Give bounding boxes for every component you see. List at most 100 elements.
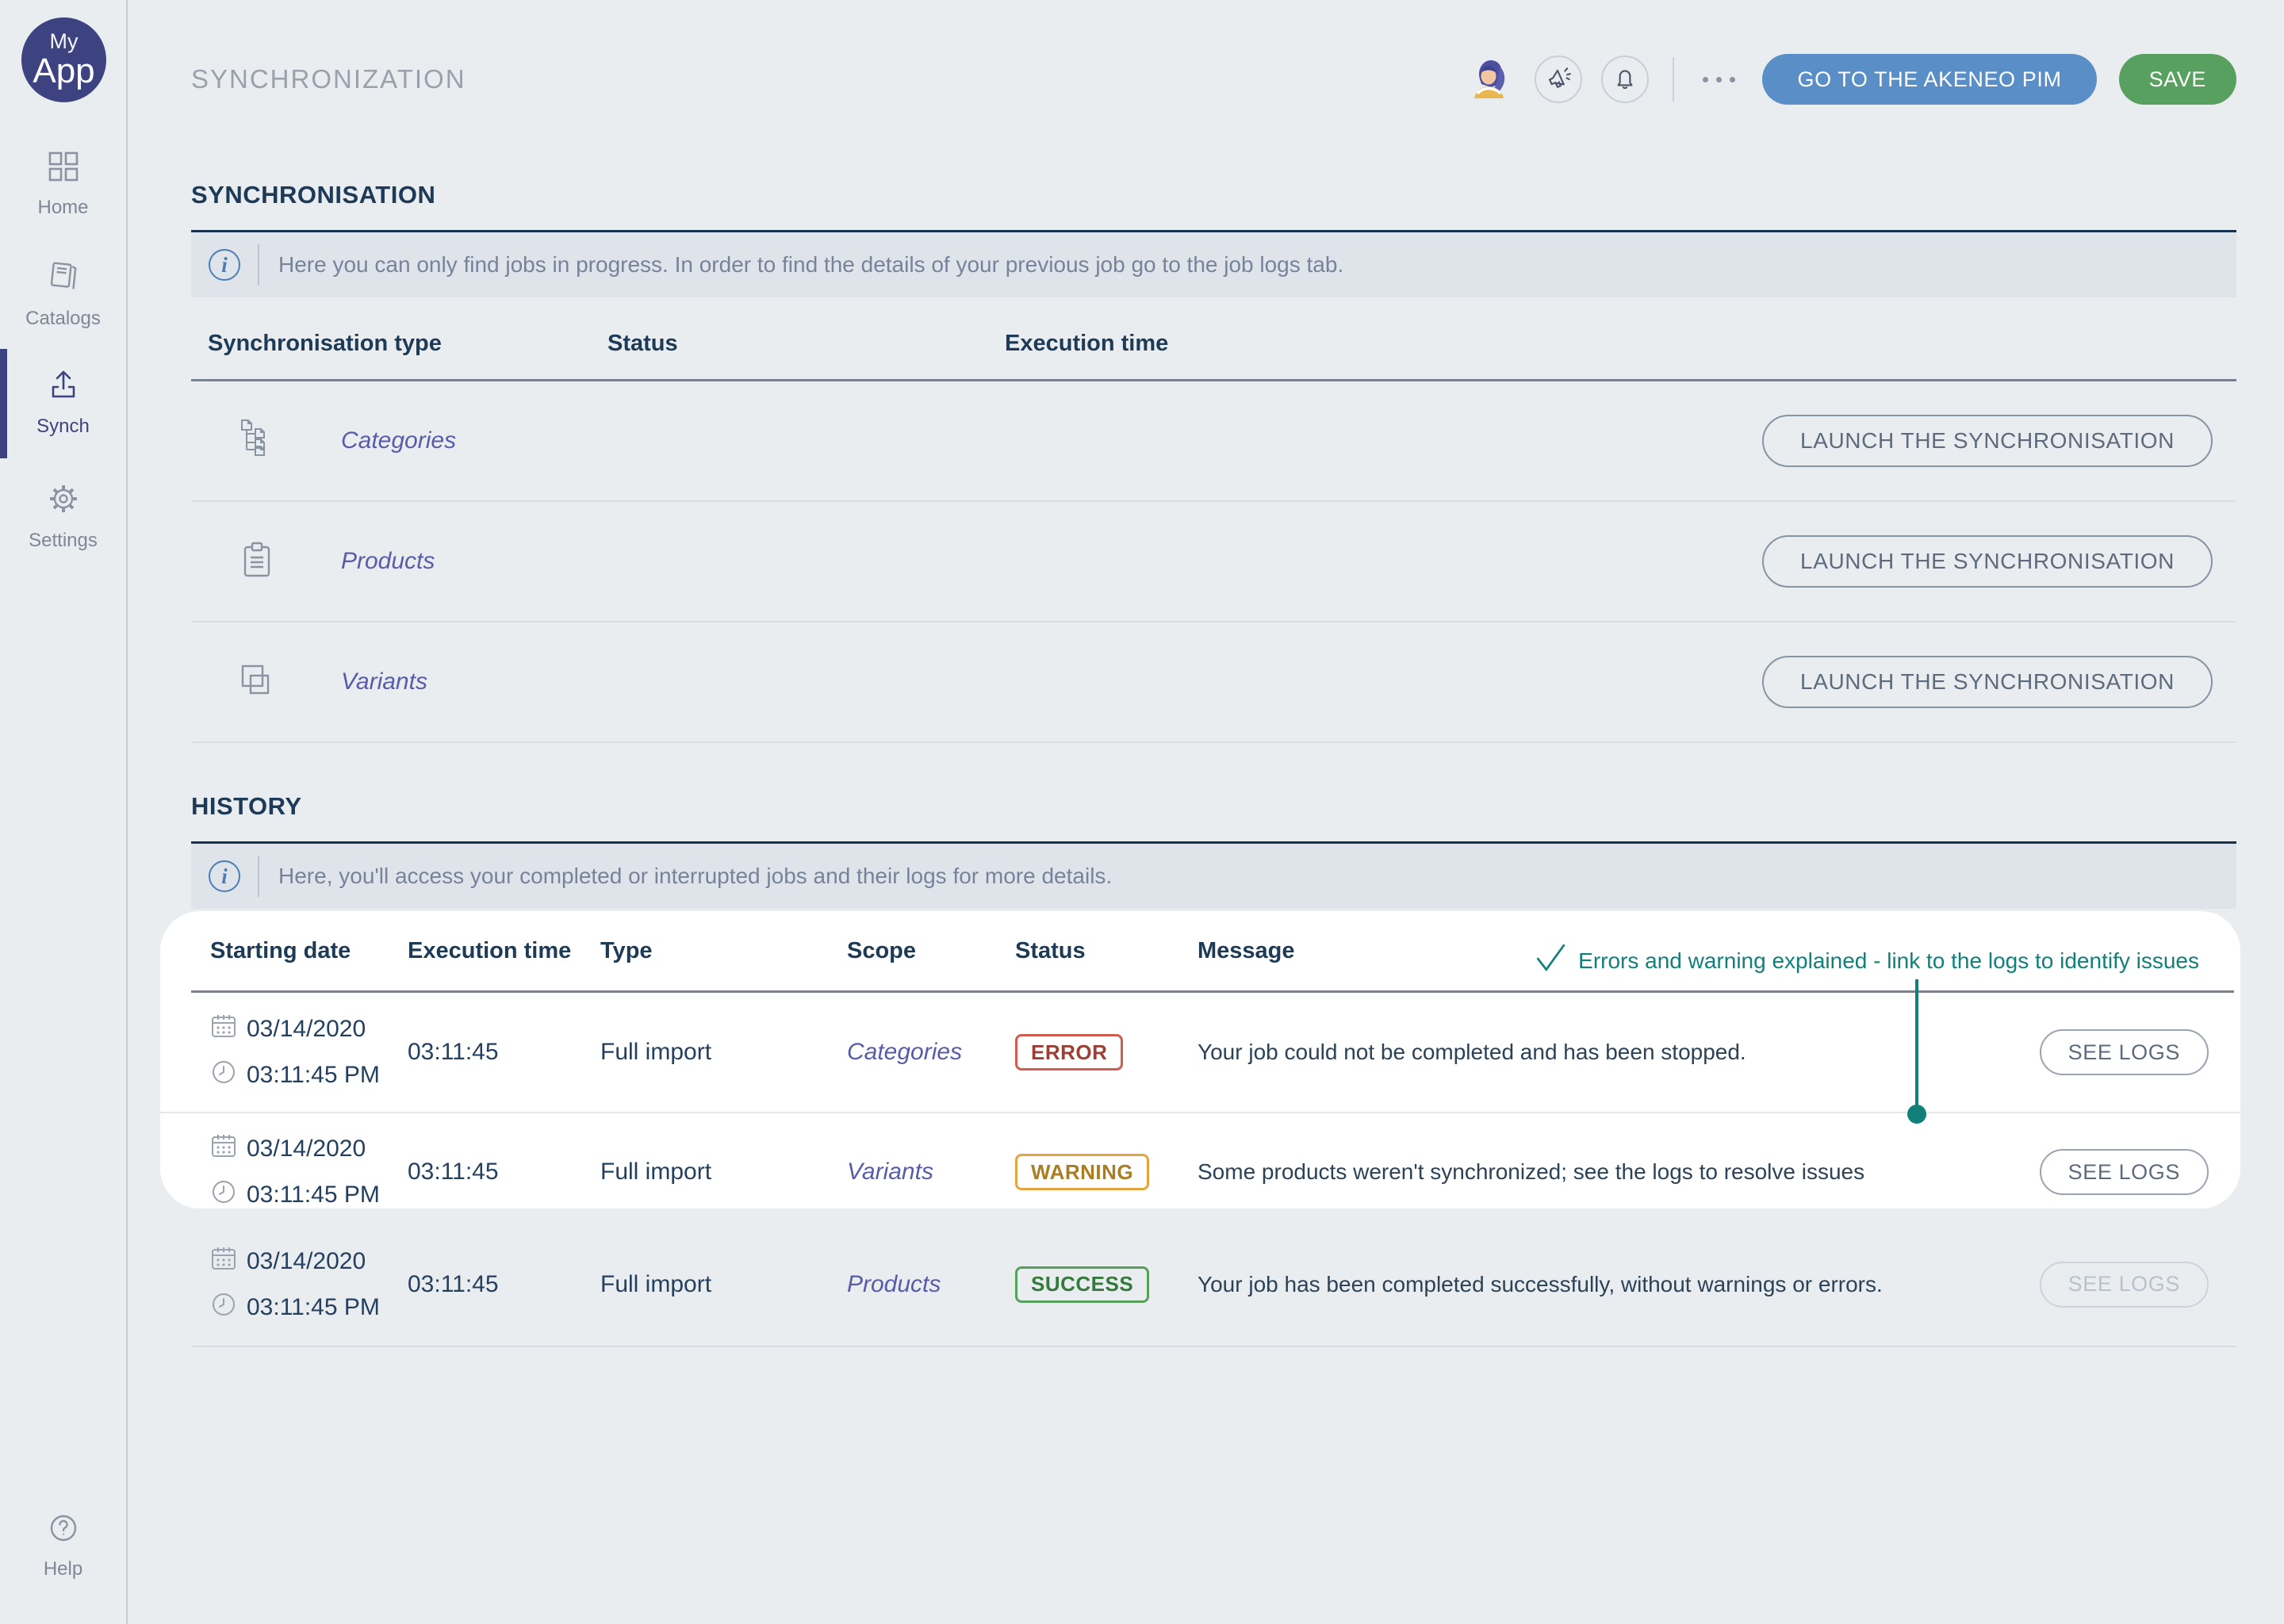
logo-line1: My: [50, 30, 79, 52]
history-highlight-card: Errors and warning explained - link to t…: [160, 911, 2240, 1208]
job-type: Full import: [600, 1159, 847, 1185]
check-icon: [1534, 941, 1567, 980]
sync-info-banner: i Here you can only find jobs in progres…: [191, 232, 2236, 297]
see-logs-button[interactable]: SEE LOGS: [2040, 1149, 2209, 1195]
history-info-banner: i Here, you'll access your completed or …: [191, 844, 2236, 909]
sidebar-item-synch[interactable]: Synch: [0, 366, 126, 438]
more-options-icon[interactable]: [1703, 77, 1735, 82]
status-badge: SUCCESS: [1015, 1266, 1149, 1303]
annotation-pointer-line: [1915, 979, 1918, 1111]
starting-date: 03/14/2020: [247, 1248, 366, 1275]
sync-type-link[interactable]: Products: [341, 548, 607, 575]
status-badge: WARNING: [1015, 1154, 1149, 1190]
announcements-button[interactable]: [1535, 56, 1582, 103]
launch-synchronisation-button[interactable]: LAUNCH THE SYNCHRONISATION: [1762, 415, 2213, 467]
column-header: Execution time: [1005, 331, 2236, 357]
history-info-text: Here, you'll access your completed or in…: [278, 864, 1112, 889]
job-message: Your job could not be completed and has …: [1198, 1040, 2026, 1065]
see-logs-button[interactable]: SEE LOGS: [2040, 1029, 2209, 1075]
user-avatar[interactable]: [1465, 54, 1516, 105]
app-logo[interactable]: My App: [21, 17, 106, 102]
table-row: Products LAUNCH THE SYNCHRONISATION: [191, 502, 2236, 622]
sidebar-item-label: Synch: [36, 416, 90, 438]
starting-date-cell: 03/14/2020 03:11:45 PM: [210, 1132, 408, 1208]
table-row: Variants LAUNCH THE SYNCHRONISATION: [191, 622, 2236, 743]
banner-divider: [258, 856, 259, 897]
catalogs-book-icon: [45, 259, 82, 301]
annotation-pointer-dot: [1907, 1105, 1926, 1124]
sidebar: My App Home Catalogs: [0, 0, 128, 1624]
launch-synchronisation-button[interactable]: LAUNCH THE SYNCHRONISATION: [1762, 535, 2213, 588]
settings-gear-icon: [45, 481, 82, 523]
scope-link[interactable]: Categories: [847, 1039, 1015, 1066]
starting-time: 03:11:45 PM: [247, 1294, 380, 1321]
starting-date: 03/14/2020: [247, 1136, 366, 1162]
calendar-icon: [210, 1245, 237, 1278]
categories-tree-icon: [238, 419, 341, 464]
sidebar-item-label: Catalogs: [25, 308, 101, 330]
sidebar-item-label: Home: [37, 197, 88, 219]
go-to-akeneo-pim-button[interactable]: GO TO THE AKENEO PIM: [1762, 54, 2096, 105]
job-message: Some products weren't synchronized; see …: [1198, 1159, 2026, 1185]
starting-time: 03:11:45 PM: [247, 1062, 380, 1089]
main-content: SYNCHRONIZATION: [128, 0, 2284, 1624]
top-bar-actions: GO TO THE AKENEO PIM SAVE: [1465, 54, 2236, 105]
job-type: Full import: [600, 1039, 847, 1066]
history-section-title: HISTORY: [191, 792, 2236, 821]
sync-table-header: Synchronisation type Status Execution ti…: [191, 297, 2236, 379]
sync-section-title: SYNCHRONISATION: [191, 181, 2236, 209]
column-header: Synchronisation type: [208, 331, 607, 357]
bell-icon: [1611, 64, 1639, 95]
column-header: Status: [1015, 938, 1198, 964]
sidebar-item-home[interactable]: Home: [0, 149, 126, 219]
column-header: Scope: [847, 938, 1015, 964]
synch-upload-icon: [45, 366, 82, 408]
help-question-icon: [46, 1511, 81, 1551]
header-divider: [1673, 57, 1674, 102]
starting-date-cell: 03/14/2020 03:11:45 PM: [210, 1013, 408, 1092]
scope-link[interactable]: Variants: [847, 1159, 1015, 1185]
table-row: Categories LAUNCH THE SYNCHRONISATION: [191, 381, 2236, 502]
products-clipboard-icon: [238, 540, 341, 584]
clock-icon: [210, 1178, 237, 1208]
info-icon: i: [209, 860, 240, 892]
table-row: 03/14/2020 03:11:45 PM 03:11:45 Full imp…: [191, 1223, 2236, 1347]
variants-squares-icon: [238, 661, 341, 703]
banner-divider: [258, 244, 259, 285]
starting-time: 03:11:45 PM: [247, 1182, 380, 1208]
top-bar: SYNCHRONIZATION: [191, 0, 2236, 111]
home-grid-icon: [46, 149, 81, 190]
launch-synchronisation-button[interactable]: LAUNCH THE SYNCHRONISATION: [1762, 656, 2213, 708]
clock-icon: [210, 1291, 237, 1324]
execution-time: 03:11:45: [408, 1159, 600, 1185]
sidebar-item-label: Help: [44, 1558, 82, 1580]
logo-line2: App: [33, 53, 94, 90]
column-header: Type: [600, 938, 847, 964]
status-badge: ERROR: [1015, 1034, 1123, 1071]
execution-time: 03:11:45: [408, 1039, 600, 1066]
scope-link[interactable]: Products: [847, 1271, 1015, 1298]
sidebar-item-settings[interactable]: Settings: [0, 481, 126, 552]
sync-info-text: Here you can only find jobs in progress.…: [278, 252, 1343, 278]
job-type: Full import: [600, 1271, 847, 1298]
sidebar-item-label: Settings: [29, 530, 98, 552]
annotation-callout: Errors and warning explained - link to t…: [1534, 941, 2199, 980]
notifications-button[interactable]: [1601, 56, 1649, 103]
sidebar-item-catalogs[interactable]: Catalogs: [0, 259, 126, 330]
sidebar-item-help[interactable]: Help: [0, 1511, 126, 1580]
starting-date: 03/14/2020: [247, 1016, 366, 1043]
see-logs-button-disabled: SEE LOGS: [2040, 1262, 2209, 1308]
column-header: Execution time: [408, 938, 600, 964]
save-button[interactable]: SAVE: [2119, 54, 2236, 105]
sync-type-link[interactable]: Variants: [341, 668, 607, 695]
job-message: Your job has been completed successfully…: [1198, 1272, 2026, 1297]
info-icon: i: [209, 249, 240, 281]
clock-icon: [210, 1059, 237, 1092]
sync-type-link[interactable]: Categories: [341, 427, 607, 454]
annotation-text: Errors and warning explained - link to t…: [1578, 948, 2199, 974]
column-header: Starting date: [210, 938, 408, 964]
calendar-icon: [210, 1013, 237, 1046]
table-row: 03/14/2020 03:11:45 PM 03:11:45 Full imp…: [160, 993, 2240, 1112]
execution-time: 03:11:45: [408, 1271, 600, 1298]
column-header: Status: [607, 331, 1005, 357]
